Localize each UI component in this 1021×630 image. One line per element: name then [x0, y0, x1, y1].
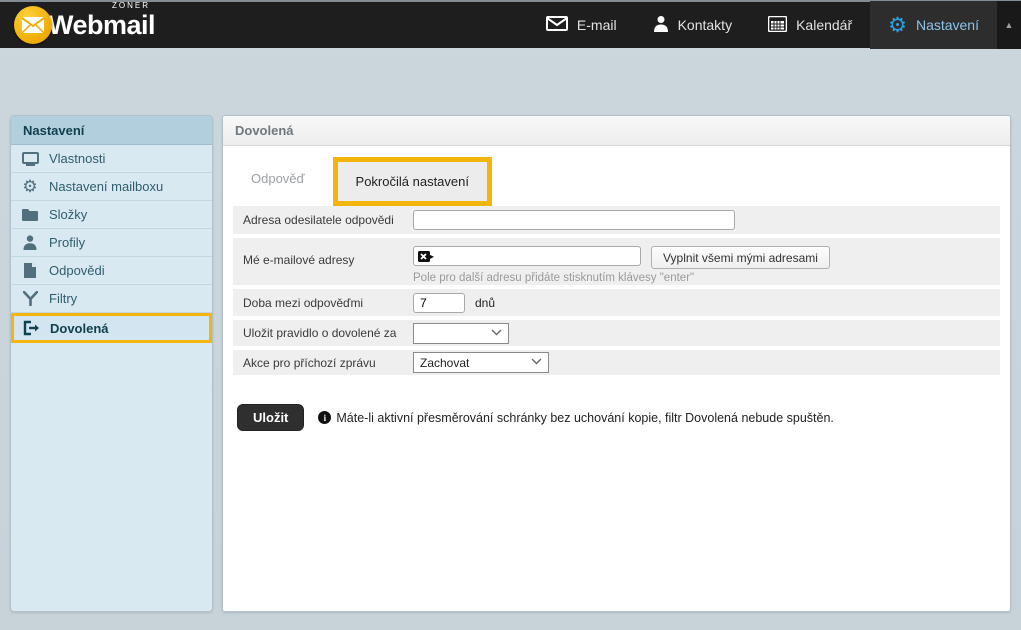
gear-icon: ⚙ [21, 178, 39, 195]
sidebar-item-nastaveni-mailboxu[interactable]: ⚙ Nastavení mailboxu [11, 173, 212, 201]
sidebar-item-odpovedi[interactable]: Odpovědi [11, 257, 212, 285]
info-text: Máte-li aktivní přesměrování schránky be… [336, 411, 834, 425]
settings-form: Adresa odesilatele odpovědi Mé e-mailové… [223, 206, 1010, 375]
save-rule-select[interactable] [413, 323, 509, 344]
sidebar-item-label: Dovolená [50, 321, 109, 336]
collapse-topbar-button[interactable]: ▲ [997, 1, 1021, 49]
info-icon: i [318, 411, 331, 424]
incoming-action-select[interactable]: Zachovat [413, 352, 549, 373]
remove-address-icon[interactable] [418, 250, 434, 268]
sidebar-item-label: Odpovědi [49, 263, 105, 278]
brand-webmail-label: Webmail [48, 10, 155, 40]
tab-bar: Odpověď Pokročilá nastavení [223, 146, 1010, 206]
exit-icon [22, 320, 40, 336]
field-label: Akce pro příchozí zprávu [243, 356, 413, 370]
row-akce-pro-prichozi: Akce pro příchozí zprávu Zachovat [233, 350, 1000, 375]
sidebar-item-label: Vlastnosti [49, 151, 105, 166]
chevron-down-icon [491, 328, 502, 339]
brand-text: ZONER Webmail [48, 10, 155, 41]
settings-sidebar: Nastavení Vlastnosti ⚙ Nastavení mailbox… [10, 115, 213, 612]
my-email-address-input[interactable] [413, 246, 641, 266]
person-icon [653, 15, 669, 35]
nav-item-label: Kontakty [678, 17, 732, 33]
save-button[interactable]: Uložit [237, 404, 304, 431]
page-title: Dovolená [223, 116, 1010, 146]
filter-icon [21, 291, 39, 306]
calendar-icon [768, 16, 787, 35]
nav-item-label: Nastavení [916, 17, 979, 33]
top-navigation: E-mail Kontakty [528, 1, 1021, 49]
email-input-wrap [413, 246, 641, 266]
tab-highlight-box: Pokročilá nastavení [333, 157, 492, 206]
sidebar-item-dovolena[interactable]: Dovolená [11, 313, 212, 343]
select-value: Zachovat [420, 356, 469, 370]
nav-item-email[interactable]: E-mail [528, 1, 635, 49]
nav-item-label: E-mail [577, 17, 617, 33]
webmail-logo[interactable]: ZONER Webmail [14, 6, 155, 44]
field-label: Doba mezi odpověďmi [243, 296, 413, 310]
row-doba-mezi-odpovedmi: Doba mezi odpověďmi dnů [233, 289, 1000, 316]
row-adresa-odesilatele: Adresa odesilatele odpovědi [233, 206, 1000, 234]
sidebar-item-slozky[interactable]: Složky [11, 201, 212, 229]
field-label: Adresa odesilatele odpovědi [243, 213, 413, 227]
sidebar-item-filtry[interactable]: Filtry [11, 285, 212, 313]
nav-item-kontakty[interactable]: Kontakty [635, 1, 750, 49]
person-icon [21, 235, 39, 250]
monitor-icon [21, 152, 39, 166]
field-label: Mé e-mailové adresy [243, 253, 413, 267]
nav-item-label: Kalendář [796, 17, 852, 33]
row-ulozit-pravidlo: Uložit pravidlo o dovolené za [233, 320, 1000, 346]
row-me-emailove-adresy: Mé e-mailové adresy Vyplnit všem [233, 238, 1000, 285]
field-label: Uložit pravidlo o dovolené za [243, 326, 413, 340]
folder-icon [21, 208, 39, 221]
tab-odpoved[interactable]: Odpověď [235, 161, 321, 196]
reply-interval-input[interactable] [413, 293, 465, 313]
sidebar-item-label: Nastavení mailboxu [49, 179, 163, 194]
gear-icon: ⚙ [888, 15, 907, 36]
reply-sender-address-input[interactable] [413, 210, 735, 230]
brand-zoner-label: ZONER [112, 1, 150, 10]
chevron-up-icon: ▲ [1005, 20, 1014, 30]
document-icon [21, 263, 39, 278]
fill-all-addresses-button[interactable]: Vyplnit všemi mými adresami [651, 246, 830, 269]
tab-pokrocila-nastaveni[interactable]: Pokročilá nastavení [338, 162, 487, 201]
sidebar-title: Nastavení [11, 116, 212, 145]
envelope-logo-icon [14, 6, 52, 44]
sidebar-item-label: Složky [49, 207, 87, 222]
nav-item-nastaveni[interactable]: ⚙ Nastavení [870, 1, 997, 49]
email-helper-text: Pole pro další adresu přidáte stisknutím… [413, 272, 830, 284]
topbar: ZONER Webmail E-mail Kontakty [0, 0, 1021, 48]
sidebar-item-vlastnosti[interactable]: Vlastnosti [11, 145, 212, 173]
envelope-icon [546, 16, 568, 34]
sidebar-item-label: Profily [49, 235, 85, 250]
days-suffix-label: dnů [475, 296, 495, 310]
sidebar-item-profily[interactable]: Profily [11, 229, 212, 257]
form-actions: Uložit i Máte-li aktivní přesměrování sc… [237, 404, 1010, 431]
sidebar-item-label: Filtry [49, 291, 77, 306]
info-note: i Máte-li aktivní přesměrování schránky … [318, 411, 834, 425]
nav-item-kalendar[interactable]: Kalendář [750, 1, 870, 49]
email-addresses-group: Vyplnit všemi mými adresami Pole pro dal… [413, 238, 830, 284]
chevron-down-icon [531, 357, 542, 368]
main-panel: Dovolená Odpověď Pokročilá nastavení Adr… [222, 115, 1011, 612]
